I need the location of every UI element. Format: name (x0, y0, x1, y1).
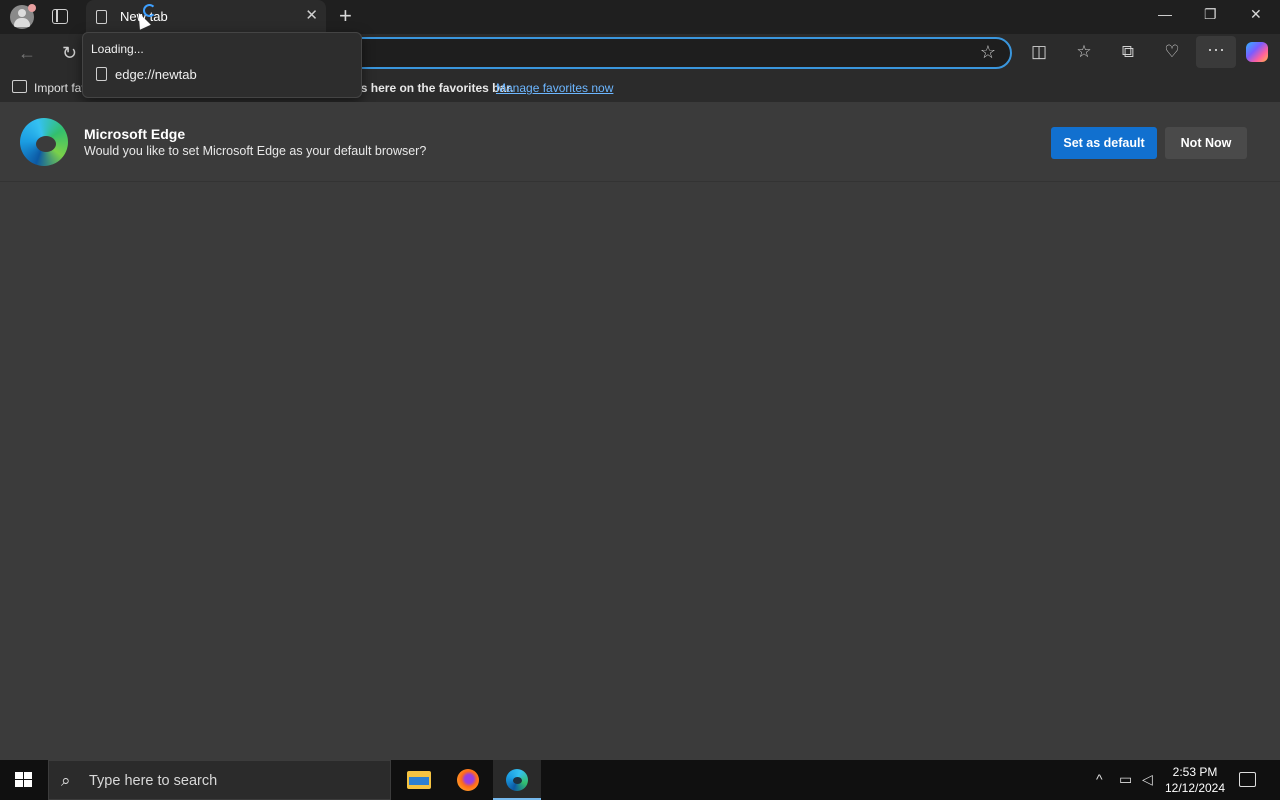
show-hidden-icons-chevron-icon[interactable]: ^ (1096, 771, 1103, 787)
hover-card-url: edge://newtab (115, 67, 197, 82)
not-now-button[interactable]: Not Now (1165, 127, 1247, 159)
browser-essentials-icon[interactable]: ♡ (1161, 42, 1183, 62)
settings-and-more-button[interactable]: ··· (1196, 36, 1236, 68)
file-explorer-app[interactable] (395, 760, 443, 800)
banner-title: Microsoft Edge (84, 126, 186, 142)
edge-logo-icon (20, 118, 68, 166)
hover-card-status: Loading... (91, 42, 144, 56)
set-as-default-button[interactable]: Set as default (1051, 127, 1157, 159)
import-folder-icon (12, 80, 27, 93)
firefox-app[interactable] (444, 760, 492, 800)
file-explorer-icon (407, 771, 431, 789)
edge-app[interactable] (493, 760, 541, 800)
page-icon (96, 10, 107, 24)
taskbar: ⌕ Type here to search ^ ▭ ◁ 2:53 PM 12/1… (0, 760, 1280, 800)
page-icon (96, 67, 107, 81)
clock-time: 2:53 PM (1172, 765, 1218, 779)
tab-hover-card: Loading... edge://newtab (82, 32, 362, 98)
tab-new-tab[interactable]: New tab ✕ (86, 0, 326, 34)
refresh-button[interactable]: ↻ (62, 43, 77, 64)
favorites-icon[interactable]: ☆ (1073, 42, 1095, 62)
manage-favorites-link[interactable]: Manage favorites now (496, 81, 613, 95)
profile-avatar-icon[interactable] (10, 4, 36, 29)
default-browser-banner: Microsoft Edge Would you like to set Mic… (0, 102, 1280, 182)
new-tab-button[interactable]: + (339, 5, 352, 27)
tab-close-icon[interactable]: ✕ (305, 8, 318, 24)
network-icon[interactable]: ▭ (1119, 771, 1132, 788)
restore-button[interactable]: ❐ (1204, 6, 1217, 23)
edge-icon (506, 769, 528, 791)
clock-date: 12/12/2024 (1164, 781, 1226, 795)
search-placeholder: Type here to search (89, 773, 218, 789)
system-clock[interactable]: 2:53 PM 12/12/2024 (1160, 764, 1230, 796)
minimize-button[interactable]: — (1158, 6, 1172, 22)
close-window-button[interactable]: ✕ (1250, 6, 1262, 23)
windows-start-icon[interactable] (15, 772, 32, 788)
title-bar: New tab ✕ + — ❐ ✕ (0, 0, 1280, 34)
notification-dot (28, 4, 36, 12)
split-screen-icon[interactable]: ◫ (1028, 42, 1050, 62)
copilot-icon[interactable] (1246, 42, 1268, 62)
collections-icon[interactable]: ⧉ (1117, 42, 1139, 62)
search-icon: ⌕ (61, 771, 71, 790)
tab-actions-icon[interactable] (52, 9, 68, 24)
firefox-icon (457, 769, 479, 791)
favorite-star-icon[interactable]: ☆ (980, 42, 996, 63)
taskbar-search-box[interactable]: ⌕ Type here to search (48, 760, 391, 800)
notification-center-icon[interactable] (1239, 772, 1256, 787)
page-content: Microsoft Edge Would you like to set Mic… (0, 102, 1280, 760)
volume-muted-icon[interactable]: ◁ (1142, 771, 1153, 788)
back-button[interactable]: ← (18, 43, 36, 64)
banner-subtitle: Would you like to set Microsoft Edge as … (84, 144, 427, 158)
